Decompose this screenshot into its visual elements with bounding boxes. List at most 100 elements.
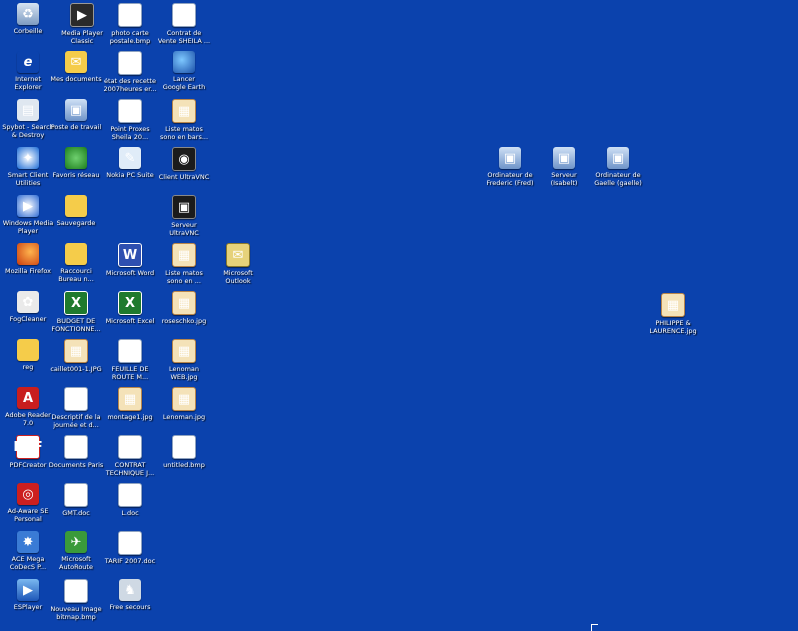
desktop-shortcut[interactable]: ▦ Lenoman WEB.jpg	[156, 339, 212, 381]
desktop-shortcut[interactable]: ✉ Mes documents	[48, 51, 104, 83]
desktop-shortcut[interactable]: ✎ Nokia PC Suite	[102, 147, 158, 179]
desktop-shortcut[interactable]: ▦ Liste matos sono en ...	[156, 243, 212, 285]
desktop-shortcut-label: Liste matos sono en ...	[165, 269, 203, 285]
my-computer-icon: ▣	[65, 99, 87, 121]
desktop-shortcut[interactable]: Wétat des recette 2007heures er...	[102, 51, 158, 93]
word-document-icon: W	[64, 483, 88, 507]
media-player-classic-icon: ▶	[70, 3, 94, 27]
desktop-shortcut-label: Corbeille	[13, 27, 43, 35]
desktop-shortcut-label: Raccourci Bureau n...	[58, 267, 94, 283]
desktop-shortcut[interactable]: W Descriptif de la journée et d...	[48, 387, 104, 429]
desktop-shortcut[interactable]: Sauvegarde	[48, 195, 104, 227]
desktop-shortcut-label: Microsoft Excel	[105, 317, 155, 325]
pdfcreator-icon: PDF	[13, 435, 43, 459]
bitmap-file-icon: ✎	[118, 3, 142, 27]
ace-mega-codecs-icon: ✸	[17, 531, 39, 553]
esplayer-icon: ▶	[17, 579, 39, 601]
ultravnc-server-icon: ▣	[172, 195, 196, 219]
image-file-icon: ▦	[118, 387, 142, 411]
desktop-shortcut[interactable]: W Point Proxes Sheila 20...	[102, 99, 158, 141]
desktop-shortcut[interactable]: Raccourci Bureau n...	[48, 243, 104, 283]
desktop-shortcut[interactable]: W Contrat de Vente SHEILA ...	[156, 3, 212, 45]
folder-icon	[65, 195, 87, 217]
text-document-icon: ≡	[118, 435, 142, 459]
desktop-shortcut[interactable]: W Microsoft Word	[102, 243, 158, 277]
folder-shortcut-icon	[65, 243, 87, 265]
network-computer-icon: ▣	[607, 147, 629, 169]
desktop-shortcut[interactable]: W TARIF 2007.doc	[102, 531, 158, 565]
desktop-shortcut[interactable]: ▦ PHILIPPE & LAURENCE.jpg	[645, 293, 701, 335]
desktop-shortcut-label: CONTRAT TECHNIQUE J...	[105, 461, 155, 477]
smart-client-icon: ✦	[17, 147, 39, 169]
desktop-shortcut-label: Ordinateur de Gaelle (gaelle)	[594, 171, 642, 187]
desktop-shortcut[interactable]: ≡ CONTRAT TECHNIQUE J...	[102, 435, 158, 477]
desktop-shortcut[interactable]: ▣ Serveur UltraVNC	[156, 195, 212, 237]
desktop-shortcut[interactable]: ✉ Microsoft Outlook	[210, 243, 266, 285]
image-file-icon: ▦	[661, 293, 685, 317]
desktop-shortcut[interactable]: ▣ Ordinateur de Frederic (Fred)	[482, 147, 538, 187]
desktop-shortcut[interactable]: ✈ Microsoft AutoRoute	[48, 531, 104, 571]
desktop-shortcut-label: L.doc	[121, 509, 139, 517]
desktop-shortcut[interactable]: Lancer Google Earth	[156, 51, 212, 91]
desktop-shortcut-label: Microsoft Outlook	[223, 269, 253, 285]
desktop-shortcut[interactable]: Favoris réseau	[48, 147, 104, 179]
desktop-shortcut[interactable]: W FEUILLE DE ROUTE M...	[102, 339, 158, 381]
word-document-icon: W	[118, 483, 142, 507]
image-file-icon: ▦	[172, 387, 196, 411]
spybot-icon: ▤	[17, 99, 39, 121]
desktop-shortcut-label: Microsoft Word	[105, 269, 155, 277]
desktop-shortcut-label: Nokia PC Suite	[106, 171, 154, 179]
desktop-shortcut[interactable]: ✎ untitled.bmp	[156, 435, 212, 469]
desktop-shortcut-label: Serveur (Isabelt)	[550, 171, 578, 187]
word-document-icon: W	[64, 387, 88, 411]
desktop-shortcut-label: Lancer Google Earth	[162, 75, 206, 91]
desktop-shortcut[interactable]: ▦ Lenoman.jpg	[156, 387, 212, 421]
desktop-shortcut[interactable]: ? Documents Paris	[48, 435, 104, 469]
desktop-shortcut-label: PHILIPPE & LAURENCE.jpg	[649, 319, 697, 335]
folder-icon	[17, 339, 39, 361]
desktop-shortcut-label: Documents Paris	[48, 461, 104, 469]
desktop-shortcut-label: BUDGET DE FONCTIONNE...	[51, 317, 101, 333]
desktop-shortcut-label: état des recette 2007heures er...	[103, 77, 157, 93]
desktop-shortcut-label: Favoris réseau	[52, 171, 100, 179]
desktop-shortcut[interactable]: W GMT.doc	[48, 483, 104, 517]
desktop-shortcut-label: Lenoman WEB.jpg	[168, 365, 200, 381]
word-document-icon: W	[118, 339, 142, 363]
desktop-shortcut[interactable]: ◉ Client UltraVNC	[156, 147, 212, 181]
network-computer-icon: ▣	[499, 147, 521, 169]
desktop-shortcut[interactable]: ▦ caillet001-1.JPG	[48, 339, 104, 373]
desktop-shortcut[interactable]: ▣ Serveur (Isabelt)	[536, 147, 592, 187]
desktop-shortcut-label: Nouveau Image bitmap.bmp	[50, 605, 102, 621]
desktop-shortcut[interactable]: ✎ photo carte postale.bmp	[102, 3, 158, 45]
desktop-shortcut[interactable]: ✎ Nouveau Image bitmap.bmp	[48, 579, 104, 621]
desktop-shortcut[interactable]: ♞ Free secours	[102, 579, 158, 611]
free-secours-icon: ♞	[119, 579, 141, 601]
desktop-shortcut[interactable]: X BUDGET DE FONCTIONNE...	[48, 291, 104, 333]
image-file-icon: ▦	[172, 291, 196, 315]
bitmap-file-icon: ✎	[172, 435, 196, 459]
network-places-icon	[65, 147, 87, 169]
microsoft-outlook-icon: ✉	[226, 243, 250, 267]
microsoft-autoroute-icon: ✈	[65, 531, 87, 553]
desktop-shortcut-label: photo carte postale.bmp	[109, 29, 151, 45]
word-document-icon: W	[172, 3, 196, 27]
desktop-shortcut[interactable]: ▦ roseschko.jpg	[156, 291, 212, 325]
ultravnc-client-icon: ◉	[172, 147, 196, 171]
desktop-shortcut[interactable]: ▦ montage1.jpg	[102, 387, 158, 421]
image-file-icon: ▦	[172, 339, 196, 363]
desktop-shortcut-label: TARIF 2007.doc	[104, 557, 156, 565]
network-computer-icon: ▣	[553, 147, 575, 169]
mouse-cursor-icon	[591, 624, 598, 631]
desktop-background[interactable]: ♻ Corbeille ▶ Media Player Classic ✎ photo ca…	[0, 0, 798, 631]
desktop-shortcut[interactable]: X Microsoft Excel	[102, 291, 158, 325]
desktop-shortcut[interactable]: ▦ Liste matos sono en bars...	[156, 99, 212, 141]
desktop-shortcut[interactable]: W L.doc	[102, 483, 158, 517]
word-document-icon: W	[118, 51, 142, 75]
desktop-shortcut-label: roseschko.jpg	[161, 317, 207, 325]
desktop-shortcut-label: Serveur UltraVNC	[169, 221, 199, 237]
desktop-shortcut[interactable]: ♻ Corbeille	[0, 3, 56, 35]
desktop-shortcut[interactable]: ▣ Ordinateur de Gaelle (gaelle)	[590, 147, 646, 187]
desktop-shortcut-label: caillet001-1.JPG	[50, 365, 102, 373]
desktop-shortcut[interactable]: ▣ Poste de travail	[48, 99, 104, 131]
nokia-pc-suite-icon: ✎	[119, 147, 141, 169]
